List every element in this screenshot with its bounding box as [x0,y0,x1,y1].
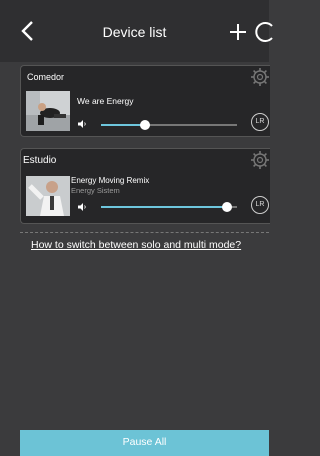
divider [20,232,269,233]
device-card-estudio: Estudio Energy Moving Remix Energy Siste… [20,148,270,224]
lr-icon[interactable]: LR [251,113,269,131]
pause-all-label: Pause All [122,436,167,448]
volume-icon [78,203,86,211]
device-room-name: Estudio [23,155,57,166]
artist-name: Energy Sistem [71,186,120,195]
device-room-name: Comedor [27,72,65,82]
album-art [26,176,70,216]
volume-knob[interactable] [222,202,233,212]
plus-icon[interactable] [228,20,248,44]
volume-fill [101,124,145,126]
pause-all-button[interactable]: Pause All [20,430,269,456]
volume-slider[interactable] [101,120,237,130]
album-art [26,91,70,131]
gear-icon[interactable] [250,150,270,170]
device-card-comedor: Comedor We are Energy LR [20,65,270,137]
song-title: Energy Moving Remix [71,176,150,185]
refresh-icon[interactable] [254,20,278,44]
volume-icon [78,120,86,128]
volume-fill [101,206,228,208]
volume-slider[interactable] [101,202,237,212]
help-link[interactable]: How to switch between solo and multi mod… [31,239,241,251]
song-title: We are Energy [77,96,134,106]
gear-icon[interactable] [250,67,270,87]
volume-knob[interactable] [139,120,150,130]
header-bar: Device list [0,0,273,62]
lr-icon[interactable]: LR [251,196,269,214]
